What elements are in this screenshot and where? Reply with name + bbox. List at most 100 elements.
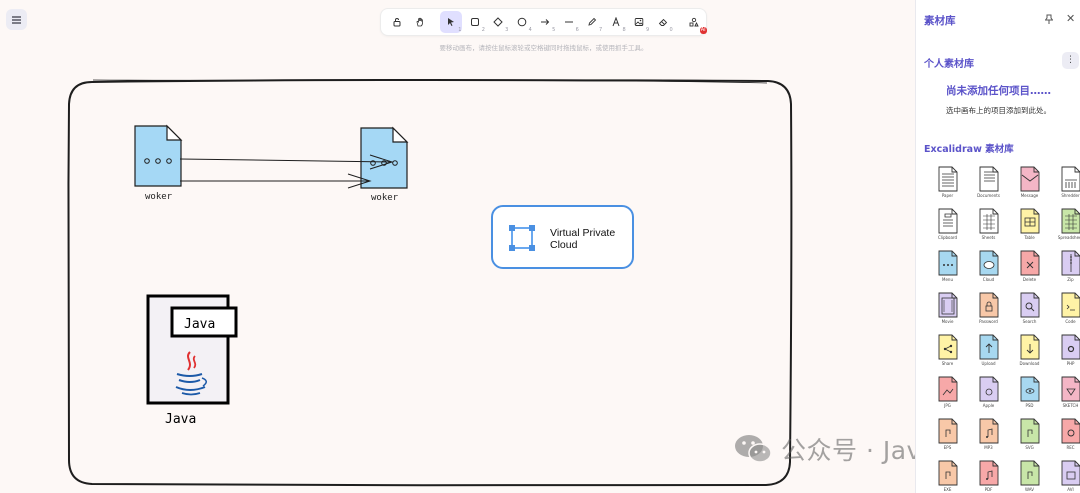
java-card-caption: Java: [165, 412, 196, 427]
empty-library-subtitle: 选中画布上的项目添加到此处。: [946, 106, 1051, 115]
library-item-spreadsheet[interactable]: Spreadsheet: [1050, 208, 1080, 250]
vpc-icon: [509, 225, 535, 251]
empty-library-title: 尚未添加任何项目……: [946, 85, 1051, 97]
library-file-icon: [1061, 376, 1080, 402]
close-icon[interactable]: ✕: [1066, 12, 1075, 25]
library-item-caption: SKETCH: [1062, 403, 1079, 408]
library-item-table[interactable]: Table: [1009, 208, 1050, 250]
library-item-movie[interactable]: Movie: [927, 292, 968, 334]
library-item-password[interactable]: Password: [968, 292, 1009, 334]
library-file-icon: [1020, 460, 1039, 486]
library-item-avi[interactable]: AVI: [1050, 460, 1080, 493]
library-item-caption: EPS: [943, 445, 952, 450]
file-icon-right[interactable]: [360, 126, 409, 189]
library-item-shredder[interactable]: Shredder: [1050, 166, 1080, 208]
library-item-rec[interactable]: REC: [1050, 418, 1080, 460]
library-item-caption: WAV: [1025, 487, 1034, 492]
library-item-delete[interactable]: Delete: [1009, 250, 1050, 292]
more-options-button[interactable]: ⋮: [1062, 52, 1079, 69]
library-item-caption: Clipboard: [937, 235, 958, 240]
library-file-icon: [1020, 334, 1039, 360]
library-item-exe[interactable]: EXE: [927, 460, 968, 493]
library-file-icon: [979, 376, 998, 402]
library-file-icon: [979, 292, 998, 318]
library-item-share[interactable]: Share: [927, 334, 968, 376]
library-item-pdf[interactable]: PDF: [968, 460, 1009, 493]
library-item-documents[interactable]: Documents: [968, 166, 1009, 208]
library-file-icon: [979, 208, 998, 234]
library-file-icon: [938, 460, 957, 486]
java-card[interactable]: [146, 294, 238, 405]
library-item-download[interactable]: Download: [1009, 334, 1050, 376]
library-file-icon: [1061, 166, 1080, 192]
library-item-caption: Sheets: [981, 235, 996, 240]
excalidraw-library-title: Excalidraw 素材库: [924, 144, 1014, 155]
file-icon-left[interactable]: [134, 124, 183, 187]
library-item-code[interactable]: Code: [1050, 292, 1080, 334]
library-file-icon: [938, 292, 957, 318]
library-item-php[interactable]: PHP: [1050, 334, 1080, 376]
library-file-icon: [1061, 250, 1080, 276]
personal-library-title: 个人素材库: [924, 59, 974, 70]
library-item-caption: Cloud: [982, 277, 995, 282]
library-item-clipboard[interactable]: Clipboard: [927, 208, 968, 250]
library-file-icon: [1061, 208, 1080, 234]
library-item-caption: Table: [1024, 235, 1035, 240]
library-item-caption: Zip: [1067, 277, 1074, 282]
library-file-icon: [1020, 292, 1039, 318]
vpc-label: Virtual Private Cloud: [550, 227, 615, 251]
pin-icon[interactable]: [1044, 14, 1054, 27]
library-item-caption: Documents: [977, 193, 1000, 198]
library-file-icon: [1061, 460, 1080, 486]
library-item-caption: PSD: [1025, 403, 1034, 408]
library-file-icon: [979, 418, 998, 444]
library-item-caption: Menu: [942, 277, 953, 282]
library-item-paper[interactable]: Paper: [927, 166, 968, 208]
library-item-sheets[interactable]: Sheets: [968, 208, 1009, 250]
library-file-icon: [1061, 292, 1080, 318]
drawing-canvas[interactable]: woker woker Java Java: [0, 0, 915, 493]
library-item-caption: Share: [941, 361, 954, 366]
library-file-icon: [938, 250, 957, 276]
library-file-icon: [1020, 250, 1039, 276]
file-label-right: woker: [371, 193, 399, 203]
library-item-message[interactable]: Message: [1009, 166, 1050, 208]
library-file-icon: [979, 460, 998, 486]
library-file-icon: [1061, 418, 1080, 444]
arrow-top[interactable]: [179, 154, 394, 170]
library-item-upload[interactable]: Upload: [968, 334, 1009, 376]
library-item-caption: Delete: [1022, 277, 1037, 282]
library-item-caption: Message: [1020, 193, 1039, 198]
library-file-icon: [938, 376, 957, 402]
library-item-svg[interactable]: SVG: [1009, 418, 1050, 460]
library-item-caption: PDF: [984, 487, 993, 492]
java-card-tag: Java: [184, 317, 215, 332]
library-item-wav[interactable]: WAV: [1009, 460, 1050, 493]
library-file-icon: [1020, 376, 1039, 402]
library-item-apple[interactable]: Apple: [968, 376, 1009, 418]
library-item-cloud[interactable]: Cloud: [968, 250, 1009, 292]
library-item-search[interactable]: Search: [1009, 292, 1050, 334]
vpc-box[interactable]: Virtual Private Cloud: [491, 205, 634, 269]
library-item-caption: Movie: [941, 319, 954, 324]
library-item-zip[interactable]: Zip: [1050, 250, 1080, 292]
library-file-icon: [938, 418, 957, 444]
library-file-icon: [979, 250, 998, 276]
library-file-icon: [979, 334, 998, 360]
library-file-icon: [1020, 418, 1039, 444]
vpc-label-line1: Virtual Private: [550, 227, 616, 239]
library-item-caption: EXE: [943, 487, 952, 492]
wechat-icon: [735, 435, 772, 463]
library-item-caption: Download: [1019, 361, 1040, 366]
library-item-mp3[interactable]: MP3: [968, 418, 1009, 460]
arrow-bottom[interactable]: [180, 173, 372, 189]
library-item-caption: Apple: [982, 403, 995, 408]
library-item-sketch[interactable]: SKETCH: [1050, 376, 1080, 418]
library-item-menu[interactable]: Menu: [927, 250, 968, 292]
library-item-jpg[interactable]: JPG: [927, 376, 968, 418]
library-item-eps[interactable]: EPS: [927, 418, 968, 460]
library-item-caption: MP3: [984, 445, 993, 450]
library-file-icon: [1061, 334, 1080, 360]
library-item-caption: Password: [979, 319, 998, 324]
library-item-psd[interactable]: PSD: [1009, 376, 1050, 418]
